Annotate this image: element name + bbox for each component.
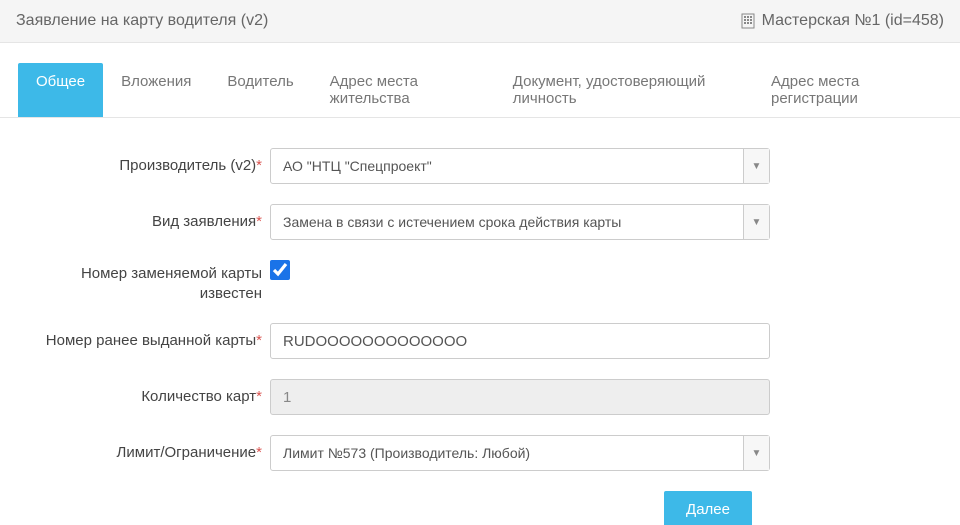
- label-prev-card-number: Номер ранее выданной карты*: [18, 331, 270, 351]
- header-bar: Заявление на карту водителя (v2) Мастерс…: [0, 0, 960, 43]
- chevron-down-icon: ▼: [743, 149, 769, 183]
- select-manufacturer[interactable]: АО "НТЦ "Спецпроект" ▼: [270, 148, 770, 184]
- row-card-count: Количество карт*: [18, 379, 942, 415]
- select-limit-value: Лимит №573 (Производитель: Любой): [283, 445, 530, 461]
- label-request-type: Вид заявления*: [18, 212, 270, 232]
- label-card-count: Количество карт*: [18, 387, 270, 407]
- workshop-label: Мастерская №1 (id=458): [762, 12, 944, 30]
- row-limit: Лимит/Ограничение* Лимит №573 (Производи…: [18, 435, 942, 471]
- row-request-type: Вид заявления* Замена в связи с истечени…: [18, 204, 942, 240]
- row-prev-card-number: Номер ранее выданной карты*: [18, 323, 942, 359]
- input-prev-card-number[interactable]: [270, 323, 770, 359]
- checkbox-known-number[interactable]: [270, 260, 290, 280]
- tab-general[interactable]: Общее: [18, 63, 103, 117]
- row-manufacturer: Производитель (v2)* АО "НТЦ "Спецпроект"…: [18, 148, 942, 184]
- label-limit: Лимит/Ограничение*: [18, 443, 270, 463]
- chevron-down-icon: ▼: [743, 436, 769, 470]
- button-row: Далее: [18, 491, 942, 525]
- tab-identity-document[interactable]: Документ, удостоверяющий личность: [495, 63, 753, 117]
- chevron-down-icon: ▼: [743, 205, 769, 239]
- input-card-count: [270, 379, 770, 415]
- select-request-type[interactable]: Замена в связи с истечением срока действ…: [270, 204, 770, 240]
- select-request-type-value: Замена в связи с истечением срока действ…: [283, 214, 621, 230]
- next-button[interactable]: Далее: [664, 491, 752, 525]
- select-manufacturer-value: АО "НТЦ "Спецпроект": [283, 158, 432, 174]
- tabs-nav: Общее Вложения Водитель Адрес места жите…: [0, 63, 960, 118]
- select-limit[interactable]: Лимит №573 (Производитель: Любой) ▼: [270, 435, 770, 471]
- label-manufacturer: Производитель (v2)*: [18, 156, 270, 176]
- workshop-info: Мастерская №1 (id=458): [740, 12, 944, 30]
- tab-attachments[interactable]: Вложения: [103, 63, 209, 117]
- building-icon: [740, 13, 756, 29]
- form-general: Производитель (v2)* АО "НТЦ "Спецпроект"…: [0, 118, 960, 525]
- tab-registration-address[interactable]: Адрес места регистрации: [753, 63, 942, 117]
- page-title: Заявление на карту водителя (v2): [16, 12, 268, 30]
- tab-driver[interactable]: Водитель: [209, 63, 311, 117]
- row-known-number: Номер заменяемой карты известен: [18, 260, 942, 303]
- label-known-number: Номер заменяемой карты известен: [18, 260, 270, 303]
- tab-residence-address[interactable]: Адрес места жительства: [312, 63, 495, 117]
